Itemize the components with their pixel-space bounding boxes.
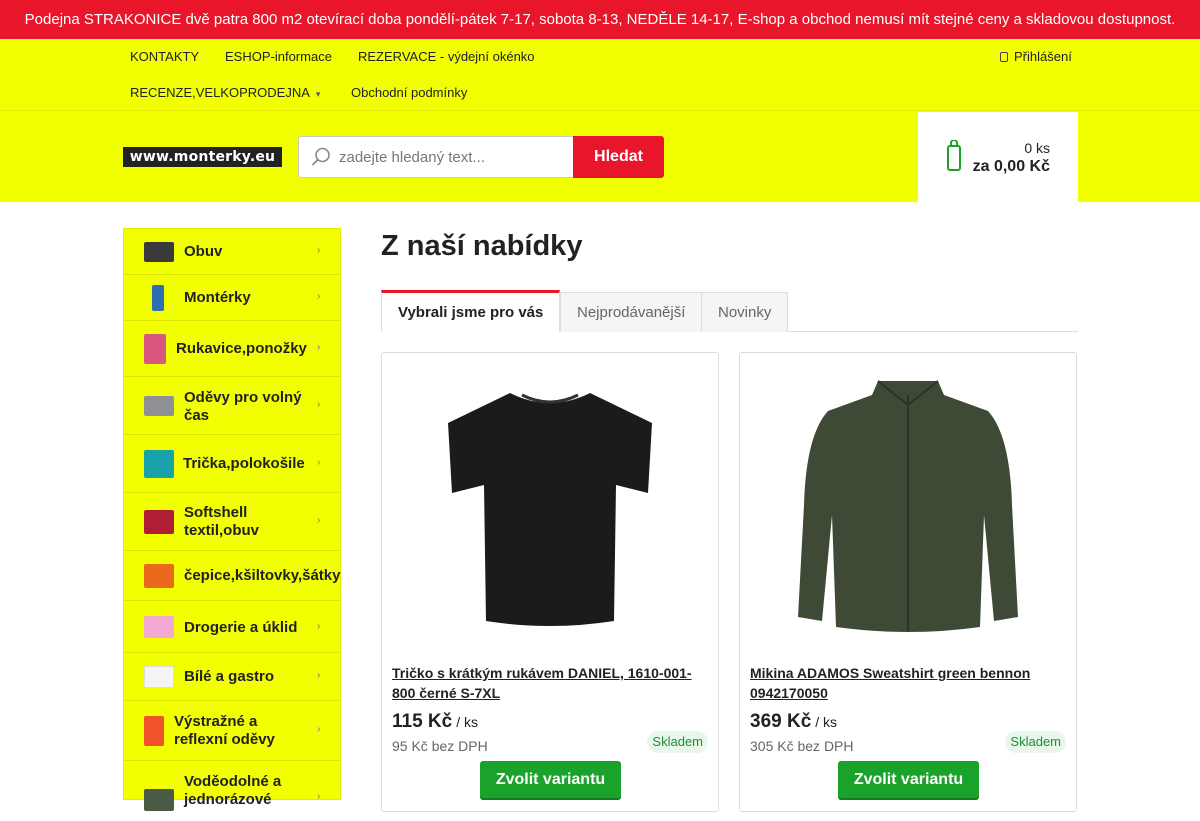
stock-badge: Skladem xyxy=(1005,731,1066,753)
search-icon xyxy=(311,147,330,166)
softshell-jacket-icon xyxy=(144,510,174,534)
product-card: Tričko s krátkým rukávem DANIEL, 1610-00… xyxy=(381,352,719,812)
cart-icon xyxy=(947,140,961,171)
sidebar-item-drogerie[interactable]: Drogerie a úklid › xyxy=(124,601,340,653)
glove-icon xyxy=(144,334,166,364)
nav-link-recenze[interactable]: RECENZE,VELKOPRODEJNA ▾ xyxy=(130,75,320,111)
site-logo[interactable]: www.monterky.eu xyxy=(123,147,282,167)
chevron-right-icon: › xyxy=(317,291,321,302)
search-input[interactable] xyxy=(339,137,569,177)
price-value: 115 Kč xyxy=(392,711,453,732)
tshirt-icon xyxy=(144,450,174,478)
workwear-pants-icon xyxy=(152,285,164,311)
sidebar-item-label: Výstražné a reflexní oděvy xyxy=(174,713,275,748)
sidebar-item-label: Drogerie a úklid xyxy=(184,619,298,636)
search-box xyxy=(298,136,574,178)
login-link[interactable]: Přihlášení xyxy=(1000,39,1072,75)
chevron-right-icon: › xyxy=(317,457,321,468)
chevron-right-icon: › xyxy=(317,621,321,632)
sidebar-item-monterky[interactable]: Montérky › xyxy=(124,275,340,321)
price-without-vat: 305 Kč bez DPH xyxy=(750,738,854,754)
price-unit: / ks xyxy=(815,714,838,730)
stock-badge: Skladem xyxy=(647,731,708,753)
chevron-right-icon: › xyxy=(317,670,321,681)
green-fleece-jacket-image[interactable] xyxy=(748,365,1068,645)
nav-link-kontakty[interactable]: KONTAKTY xyxy=(130,39,199,75)
chevron-right-icon: › xyxy=(317,399,321,410)
choose-variant-button[interactable]: Zvolit variantu xyxy=(480,761,621,798)
sidebar-item-bile-gastro[interactable]: Bílé a gastro › xyxy=(124,653,340,701)
chef-jacket-icon xyxy=(144,666,174,688)
product-card: Mikina ADAMOS Sweatshirt green bennon 09… xyxy=(739,352,1077,812)
announcement-bar: Podejna STRAKONICE dvě patra 800 m2 otev… xyxy=(0,0,1200,39)
product-price: 115 Kč / ks xyxy=(392,711,478,733)
chevron-down-icon: ▾ xyxy=(315,89,321,99)
sidebar-item-label: Oděvy pro volný čas xyxy=(184,389,302,424)
sidebar-item-cepice[interactable]: čepice,kšiltovky,šátky xyxy=(124,551,341,601)
price-unit: / ks xyxy=(456,714,479,730)
raincoat-icon xyxy=(144,789,174,811)
sidebar-item-label: Softshell textil,obuv xyxy=(184,504,260,539)
tab-nejprodavanejsi[interactable]: Nejprodávanější xyxy=(560,292,703,332)
cart-count: 0 ks xyxy=(1024,140,1050,156)
choose-variant-button[interactable]: Zvolit variantu xyxy=(838,761,979,798)
black-tshirt-image[interactable] xyxy=(390,365,710,645)
sidebar-item-odevy-volny-cas[interactable]: Oděvy pro volný čas › xyxy=(124,377,340,435)
sidebar-item-vodeodolne[interactable]: Voděodolné a jednorázové › xyxy=(124,761,340,821)
sidebar-item-label: Bílé a gastro xyxy=(184,668,275,685)
site-header: KONTAKTY ESHOP-informace REZERVACE - výd… xyxy=(0,39,1200,202)
cart-summary[interactable]: 0 ks za 0,00 Kč xyxy=(918,112,1078,202)
sidebar-item-tricka[interactable]: Trička,polokošile › xyxy=(124,435,340,493)
product-price: 369 Kč / ks xyxy=(750,711,837,733)
cart-total: za 0,00 Kč xyxy=(972,158,1050,175)
sidebar-item-obuv[interactable]: Obuv › xyxy=(124,229,340,275)
section-title: Z naší nabídky xyxy=(381,230,583,262)
drugstore-icon xyxy=(144,616,174,638)
chevron-right-icon: › xyxy=(317,791,321,802)
secondary-nav: RECENZE,VELKOPRODEJNA ▾ Obchodní podmínky xyxy=(0,75,1200,111)
announcement-text: Podejna STRAKONICE dvě patra 800 m2 otev… xyxy=(24,11,1176,28)
chevron-right-icon: › xyxy=(317,515,321,526)
category-sidebar: Obuv › Montérky › Rukavice,ponožky › Odě… xyxy=(123,228,341,811)
sidebar-item-label: Trička,polokošile xyxy=(183,455,305,472)
lock-icon xyxy=(1000,52,1008,62)
nav-link-eshop-informace[interactable]: ESHOP-informace xyxy=(225,39,332,75)
product-tabs: Vybrali jsme pro vás Nejprodávanější Nov… xyxy=(381,290,1078,332)
tab-novinky[interactable]: Novinky xyxy=(701,292,789,332)
chevron-right-icon: › xyxy=(317,342,321,353)
shoe-icon xyxy=(144,242,174,262)
hoodie-icon xyxy=(144,396,174,416)
tab-vybrali-jsme[interactable]: Vybrali jsme pro vás xyxy=(381,290,561,332)
chevron-right-icon: › xyxy=(317,724,321,735)
price-without-vat: 95 Kč bez DPH xyxy=(392,738,488,754)
nav-link-obchodni-podminky[interactable]: Obchodní podmínky xyxy=(351,75,467,111)
sidebar-item-label: Obuv xyxy=(184,243,223,260)
sidebar-item-softshell[interactable]: Softshell textil,obuv › xyxy=(124,493,340,551)
sidebar-item-vystrazne[interactable]: Výstražné a reflexní oděvy › xyxy=(124,701,340,761)
nav-link-rezervace[interactable]: REZERVACE - výdejní okénko xyxy=(358,39,535,75)
sidebar-item-label: Voděodolné a jednorázové xyxy=(184,773,282,808)
sidebar-item-label: Montérky xyxy=(184,289,251,306)
price-value: 369 Kč xyxy=(750,711,812,732)
chevron-right-icon: › xyxy=(317,245,321,256)
sidebar-item-label: Rukavice,ponožky xyxy=(176,340,307,357)
product-name-link[interactable]: Mikina ADAMOS Sweatshirt green bennon 09… xyxy=(750,663,1060,703)
product-name-link[interactable]: Tričko s krátkým rukávem DANIEL, 1610-00… xyxy=(392,663,702,703)
nav-link-recenze-label: RECENZE,VELKOPRODEJNA xyxy=(130,85,310,100)
sidebar-item-rukavice[interactable]: Rukavice,ponožky › xyxy=(124,321,340,377)
search-button[interactable]: Hledat xyxy=(573,136,664,178)
top-nav: KONTAKTY ESHOP-informace REZERVACE - výd… xyxy=(0,39,1200,75)
cap-icon xyxy=(144,564,174,588)
login-label: Přihlášení xyxy=(1014,49,1072,64)
reflective-vest-icon xyxy=(144,716,164,746)
sidebar-item-label: čepice,kšiltovky,šátky xyxy=(184,567,341,584)
